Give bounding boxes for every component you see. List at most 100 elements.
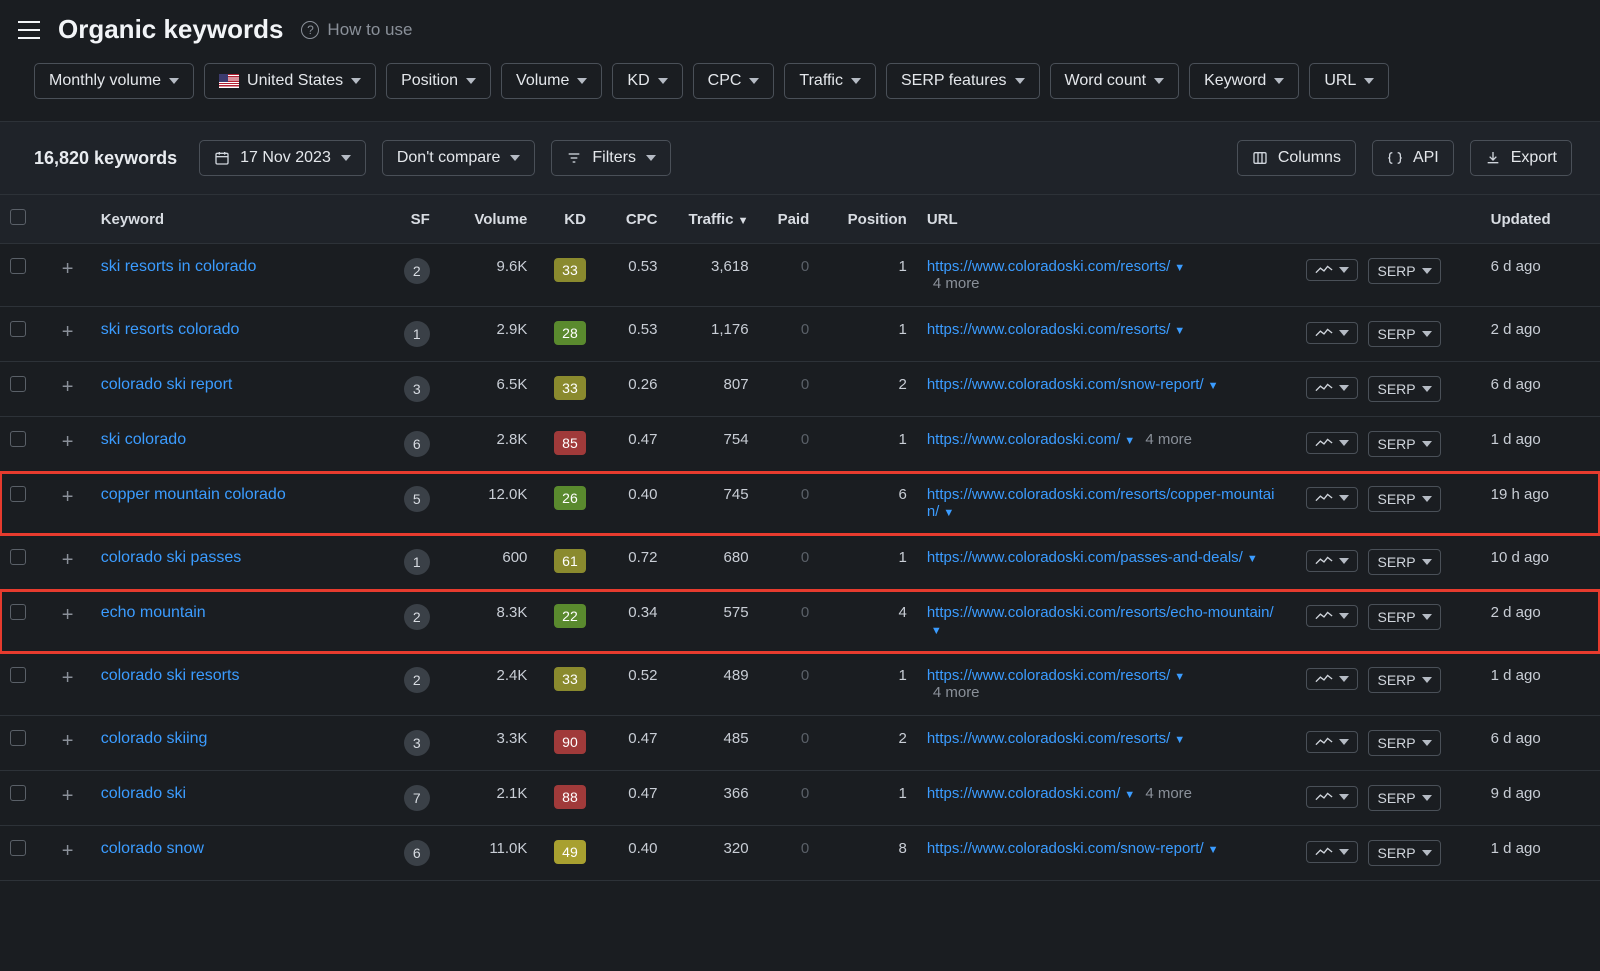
url-dropdown-icon[interactable]: ▼	[1124, 789, 1135, 801]
row-checkbox[interactable]	[10, 549, 26, 565]
sf-badge[interactable]: 2	[404, 667, 430, 693]
url-link[interactable]: https://www.coloradoski.com/resorts/echo…	[927, 604, 1274, 621]
expand-icon[interactable]: +	[58, 431, 78, 453]
col-paid[interactable]: Paid	[759, 195, 820, 244]
more-urls[interactable]: 4 more	[1145, 785, 1192, 802]
url-link[interactable]: https://www.coloradoski.com/resorts/	[927, 258, 1170, 275]
serp-button[interactable]: SERP	[1368, 258, 1440, 284]
more-urls[interactable]: 4 more	[933, 275, 1286, 292]
row-checkbox[interactable]	[10, 258, 26, 274]
url-link[interactable]: https://www.coloradoski.com/resorts/	[927, 667, 1170, 684]
url-link[interactable]: https://www.coloradoski.com/resorts/	[927, 321, 1170, 338]
row-checkbox[interactable]	[10, 785, 26, 801]
url-dropdown-icon[interactable]: ▼	[1174, 734, 1185, 746]
expand-icon[interactable]: +	[58, 840, 78, 862]
url-dropdown-icon[interactable]: ▼	[943, 507, 954, 519]
filter-word-count[interactable]: Word count	[1050, 63, 1180, 99]
expand-icon[interactable]: +	[58, 258, 78, 280]
row-checkbox[interactable]	[10, 840, 26, 856]
serp-button[interactable]: SERP	[1368, 431, 1440, 457]
col-traffic[interactable]: Traffic ▼	[668, 195, 759, 244]
more-urls[interactable]: 4 more	[1145, 431, 1192, 448]
chart-button[interactable]	[1306, 668, 1358, 690]
row-checkbox[interactable]	[10, 321, 26, 337]
row-checkbox[interactable]	[10, 730, 26, 746]
sf-badge[interactable]: 6	[404, 840, 430, 866]
url-dropdown-icon[interactable]: ▼	[1208, 380, 1219, 392]
url-dropdown-icon[interactable]: ▼	[1247, 553, 1258, 565]
col-sf[interactable]: SF	[386, 195, 440, 244]
date-picker[interactable]: 17 Nov 2023	[199, 140, 366, 176]
chart-button[interactable]	[1306, 432, 1358, 454]
row-checkbox[interactable]	[10, 376, 26, 392]
sf-badge[interactable]: 2	[404, 258, 430, 284]
url-dropdown-icon[interactable]: ▼	[1174, 325, 1185, 337]
chart-button[interactable]	[1306, 377, 1358, 399]
keyword-link[interactable]: echo mountain	[101, 604, 206, 621]
col-updated[interactable]: Updated	[1481, 195, 1600, 244]
col-cpc[interactable]: CPC	[596, 195, 668, 244]
chart-button[interactable]	[1306, 550, 1358, 572]
sf-badge[interactable]: 2	[404, 604, 430, 630]
row-checkbox[interactable]	[10, 486, 26, 502]
sf-badge[interactable]: 5	[404, 486, 430, 512]
keyword-link[interactable]: ski resorts in colorado	[101, 258, 257, 275]
filter-url[interactable]: URL	[1309, 63, 1389, 99]
select-all-checkbox[interactable]	[10, 209, 26, 225]
sf-badge[interactable]: 1	[404, 321, 430, 347]
filter-monthly-volume[interactable]: Monthly volume	[34, 63, 194, 99]
url-link[interactable]: https://www.coloradoski.com/	[927, 785, 1120, 802]
filter-volume[interactable]: Volume	[501, 63, 602, 99]
expand-icon[interactable]: +	[58, 730, 78, 752]
keyword-link[interactable]: ski colorado	[101, 431, 186, 448]
serp-button[interactable]: SERP	[1368, 667, 1440, 693]
keyword-link[interactable]: colorado skiing	[101, 730, 208, 747]
filter-traffic[interactable]: Traffic	[784, 63, 876, 99]
url-link[interactable]: https://www.coloradoski.com/resorts/	[927, 730, 1170, 747]
chart-button[interactable]	[1306, 259, 1358, 281]
serp-button[interactable]: SERP	[1368, 376, 1440, 402]
sf-badge[interactable]: 7	[404, 785, 430, 811]
chart-button[interactable]	[1306, 731, 1358, 753]
expand-icon[interactable]: +	[58, 321, 78, 343]
sf-badge[interactable]: 3	[404, 730, 430, 756]
filter-position[interactable]: Position	[386, 63, 491, 99]
url-link[interactable]: https://www.coloradoski.com/snow-report/	[927, 840, 1204, 857]
filter-country[interactable]: United States	[204, 63, 376, 99]
filters-button[interactable]: Filters	[551, 140, 671, 176]
row-checkbox[interactable]	[10, 431, 26, 447]
chart-button[interactable]	[1306, 487, 1358, 509]
serp-button[interactable]: SERP	[1368, 549, 1440, 575]
url-link[interactable]: https://www.coloradoski.com/passes-and-d…	[927, 549, 1243, 566]
row-checkbox[interactable]	[10, 667, 26, 683]
filter-serp-features[interactable]: SERP features	[886, 63, 1040, 99]
col-kd[interactable]: KD	[537, 195, 596, 244]
filter-cpc[interactable]: CPC	[693, 63, 775, 99]
api-button[interactable]: API	[1372, 140, 1454, 176]
how-to-use-link[interactable]: ? How to use	[301, 20, 412, 40]
chart-button[interactable]	[1306, 841, 1358, 863]
col-volume[interactable]: Volume	[440, 195, 538, 244]
chart-button[interactable]	[1306, 605, 1358, 627]
filter-kd[interactable]: KD	[612, 63, 682, 99]
more-urls[interactable]: 4 more	[933, 684, 1286, 701]
expand-icon[interactable]: +	[58, 785, 78, 807]
url-link[interactable]: https://www.coloradoski.com/resorts/copp…	[927, 486, 1275, 520]
serp-button[interactable]: SERP	[1368, 486, 1440, 512]
serp-button[interactable]: SERP	[1368, 730, 1440, 756]
menu-icon[interactable]	[18, 21, 40, 39]
expand-icon[interactable]: +	[58, 376, 78, 398]
url-dropdown-icon[interactable]: ▼	[1174, 262, 1185, 274]
keyword-link[interactable]: colorado ski resorts	[101, 667, 240, 684]
sf-badge[interactable]: 6	[404, 431, 430, 457]
keyword-link[interactable]: ski resorts colorado	[101, 321, 240, 338]
serp-button[interactable]: SERP	[1368, 321, 1440, 347]
filter-keyword[interactable]: Keyword	[1189, 63, 1299, 99]
keyword-link[interactable]: colorado ski report	[101, 376, 233, 393]
url-dropdown-icon[interactable]: ▼	[931, 625, 942, 637]
row-checkbox[interactable]	[10, 604, 26, 620]
col-position[interactable]: Position	[819, 195, 917, 244]
url-dropdown-icon[interactable]: ▼	[1124, 435, 1135, 447]
expand-icon[interactable]: +	[58, 604, 78, 626]
compare-dropdown[interactable]: Don't compare	[382, 140, 536, 176]
